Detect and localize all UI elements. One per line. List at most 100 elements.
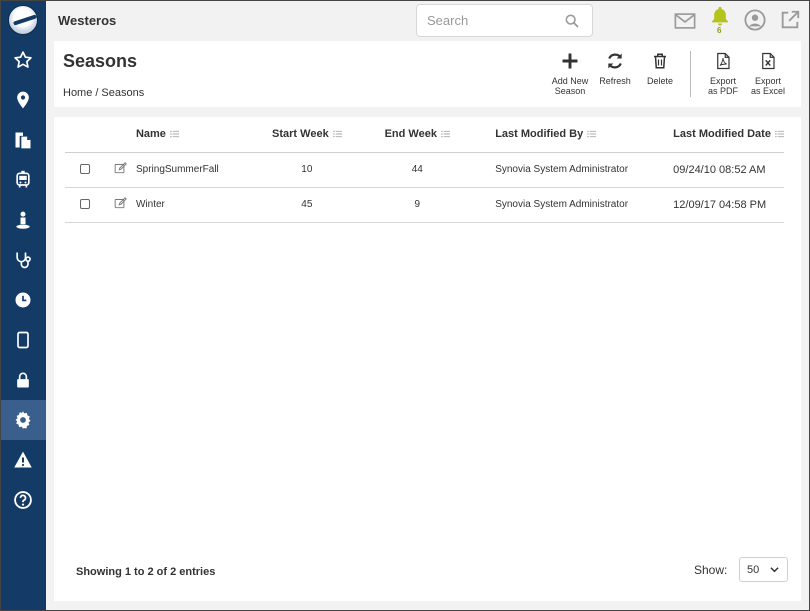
sidebar-item-devices[interactable]: [0, 320, 46, 360]
toolbar-divider: [690, 51, 691, 97]
stethoscope-icon: [16, 252, 31, 269]
header-end-week-label: End Week: [384, 128, 437, 141]
row-edit-cell: [103, 187, 136, 223]
export-excel-label-2: as Excel: [750, 86, 785, 96]
add-new-label-1: Add New: [551, 76, 589, 86]
add-new-season-button[interactable]: Add New Season: [549, 51, 591, 96]
bus-icon: [16, 170, 30, 188]
table-row[interactable]: Winter 45 9 Synovia System Administrator…: [65, 187, 784, 223]
gear-icon: [15, 411, 31, 429]
sidebar-item-documents[interactable]: [0, 120, 46, 160]
breadcrumb: Home / Seasons: [63, 87, 147, 99]
page-title: Seasons: [63, 51, 138, 71]
page-size-select[interactable]: 50: [739, 557, 788, 582]
notification-count: 6: [717, 26, 722, 35]
row-checkbox[interactable]: [80, 199, 90, 210]
mail-icon[interactable]: [674, 12, 696, 30]
header-start-week[interactable]: Start Week: [250, 117, 364, 153]
content-panel: Name Start Week End Week Last Modified B…: [54, 117, 801, 601]
sidebar-item-favorites[interactable]: [0, 40, 46, 80]
sidebar-item-settings[interactable]: [0, 400, 46, 440]
top-bar: Westeros 6: [46, 0, 810, 41]
sidebar: [0, 0, 46, 611]
row-modified-by: Synovia System Administrator: [471, 187, 650, 223]
user-avatar-icon[interactable]: [744, 9, 766, 31]
sidebar-item-health[interactable]: [0, 240, 46, 280]
row-start-week: 10: [250, 152, 364, 188]
edit-icon[interactable]: [114, 197, 128, 209]
lock-icon: [17, 372, 29, 388]
sidebar-item-help[interactable]: [0, 480, 46, 520]
documents-icon: [15, 132, 31, 149]
header-modified-by-label: Last Modified By: [495, 128, 584, 141]
header-select: [65, 117, 104, 153]
help-icon: [14, 491, 32, 509]
export-excel-button[interactable]: Export as Excel: [748, 51, 788, 96]
app-logo[interactable]: [8, 5, 38, 35]
warning-icon: [14, 451, 32, 468]
search-box[interactable]: [416, 4, 593, 37]
sort-icon[interactable]: [587, 130, 597, 138]
row-end-week: 9: [363, 187, 472, 223]
row-select-cell: [65, 187, 104, 223]
row-modified-date: 09/24/10 08:52 AM: [649, 152, 784, 188]
refresh-icon: [608, 53, 622, 69]
header-start-week-label: Start Week: [272, 128, 329, 141]
search-icon[interactable]: [564, 13, 580, 29]
pdf-file-icon: [717, 52, 730, 70]
header-modified-by[interactable]: Last Modified By: [471, 117, 650, 153]
sort-icon[interactable]: [440, 130, 450, 138]
sort-icon[interactable]: [332, 130, 342, 138]
bell-icon[interactable]: [710, 5, 730, 27]
sidebar-item-transport[interactable]: [0, 160, 46, 200]
sidebar-item-locations[interactable]: [0, 80, 46, 120]
sidebar-item-security[interactable]: [0, 360, 46, 400]
header-name[interactable]: Name: [135, 117, 251, 153]
person-icon: [16, 211, 30, 229]
breadcrumb-home[interactable]: Home: [63, 87, 92, 99]
export-pdf-button[interactable]: Export as PDF: [704, 51, 742, 96]
row-modified-by: Synovia System Administrator: [471, 152, 650, 188]
row-end-week: 44: [363, 152, 472, 188]
sidebar-item-alerts[interactable]: [0, 440, 46, 480]
header-modified-date[interactable]: Last Modified Date: [649, 117, 784, 153]
table-row[interactable]: SpringSummerFall 10 44 Synovia System Ad…: [65, 152, 784, 188]
delete-button[interactable]: Delete: [642, 51, 678, 86]
row-start-week: 45: [250, 187, 364, 223]
sidebar-item-people[interactable]: [0, 200, 46, 240]
sort-icon[interactable]: [169, 130, 179, 138]
row-select-cell: [65, 152, 104, 188]
trash-icon: [654, 53, 666, 69]
breadcrumb-current: Seasons: [101, 87, 145, 99]
page-size-value: 50: [747, 564, 760, 576]
chevron-down-icon: [770, 567, 779, 573]
row-name: SpringSummerFall: [135, 152, 251, 188]
page-size-label: Show:: [694, 563, 728, 577]
row-name: Winter: [135, 187, 251, 223]
sidebar-item-time[interactable]: [0, 280, 46, 320]
search-input[interactable]: [427, 13, 557, 28]
star-icon: [14, 51, 32, 68]
excel-file-icon: [762, 52, 775, 70]
app-title: Westeros: [58, 13, 117, 28]
refresh-label: Refresh: [599, 76, 631, 86]
table-header-row: Name Start Week End Week Last Modified B…: [65, 117, 784, 153]
tablet-icon: [17, 331, 29, 349]
clock-icon: [15, 292, 31, 308]
refresh-button[interactable]: Refresh: [597, 51, 633, 86]
row-edit-cell: [103, 152, 136, 188]
seasons-table: Name Start Week End Week Last Modified B…: [65, 117, 784, 223]
external-link-icon[interactable]: [779, 9, 801, 31]
add-new-label-2: Season: [554, 86, 586, 96]
edit-icon[interactable]: [114, 162, 128, 174]
export-pdf-label-2: as PDF: [707, 86, 738, 96]
breadcrumb-separator: /: [95, 87, 99, 99]
row-checkbox[interactable]: [80, 164, 90, 175]
delete-label: Delete: [646, 76, 673, 86]
sort-icon[interactable]: [774, 130, 784, 138]
page-header: Seasons Home / Seasons Add New Season Refr…: [54, 41, 801, 107]
plus-icon: [562, 53, 578, 69]
header-end-week[interactable]: End Week: [363, 117, 472, 153]
export-pdf-label-1: Export: [709, 76, 736, 86]
header-edit: [103, 117, 136, 153]
